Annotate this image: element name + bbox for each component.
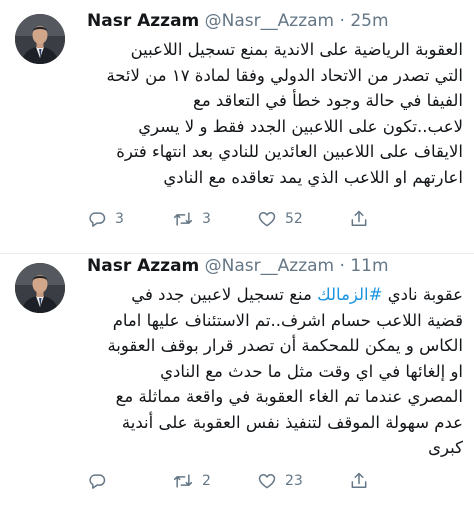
reply-icon <box>87 209 107 229</box>
tweet-text-segment: منع تسجيل لاعبين جدد في <box>131 285 318 304</box>
avatar[interactable] <box>15 263 65 313</box>
tweet-actions: 3 3 52 <box>87 209 467 235</box>
reply-icon <box>87 471 107 491</box>
tweet-text-line: التي تصدر من الاتحاد الدولي وفقا لمادة ١… <box>106 65 463 85</box>
tweet-text-line: الايقاف على اللاعبين العائدين للنادي بعد… <box>116 142 463 161</box>
tweet-text-line: كبرى <box>428 438 463 457</box>
tweet-text-line: المصري عندما تم الغاء العقوبة في واقعة م… <box>115 387 463 406</box>
tweet-text-line: او إلغائها في اي وقت مثل ما حدث مع الناد… <box>160 361 463 381</box>
tweet-time[interactable]: 11m <box>350 256 388 276</box>
tweet-header: Nasr Azzam @Nasr__Azzam · 11m <box>87 254 389 278</box>
tweet-text-line: عدم سهولة الموقف لتنفيذ نفس العقوبة على … <box>121 412 463 432</box>
retweet-button[interactable]: 2 <box>172 471 211 491</box>
tweet-text-segment: عقوبة نادي <box>382 285 463 304</box>
retweet-icon <box>172 209 194 229</box>
retweet-icon <box>172 471 194 491</box>
share-button[interactable] <box>349 209 369 229</box>
author-name[interactable]: Nasr Azzam <box>87 256 199 276</box>
tweet-text-line: قضية اللاعب حسام اشرف..تم الاستئناف عليه… <box>112 310 463 330</box>
author-handle[interactable]: @Nasr__Azzam <box>205 256 334 276</box>
retweet-button[interactable]: 3 <box>172 209 211 229</box>
tweet-text-line: الفيفا في حالة وجود خطأ في التعاقد مع <box>193 91 463 110</box>
separator: · <box>339 256 345 276</box>
tweet-text-line: اعارتهم او اللاعب الذي يمد تعاقده مع الن… <box>163 167 463 187</box>
author-handle[interactable]: @Nasr__Azzam <box>205 11 334 31</box>
tweet-text: عقوبة نادي #الزمالك منع تسجيل لاعبين جدد… <box>78 282 463 461</box>
author-name[interactable]: Nasr Azzam <box>87 11 199 31</box>
tweet-time[interactable]: 25m <box>350 11 388 31</box>
like-count: 52 <box>285 211 303 227</box>
like-button[interactable]: 23 <box>257 471 303 491</box>
tweet-header: Nasr Azzam @Nasr__Azzam · 25m <box>87 9 389 33</box>
tweet[interactable]: Nasr Azzam @Nasr__Azzam · 25m العقوبة ال… <box>0 0 474 253</box>
like-icon <box>257 209 277 229</box>
tweet-text-line: عقوبة نادي #الزمالك منع تسجيل لاعبين جدد… <box>78 282 463 308</box>
tweet-text-line: لاعب..تكون على اللاعبين الجدد فقط و لا ي… <box>138 116 463 136</box>
share-icon <box>349 209 369 229</box>
like-count: 23 <box>285 473 303 489</box>
tweet-actions: 2 23 <box>87 471 467 497</box>
share-icon <box>349 471 369 491</box>
like-icon <box>257 471 277 491</box>
tweet-text-line: الكاس و يمكن للمحكمة أن تصدر قرار بوقف ا… <box>107 336 463 355</box>
share-button[interactable] <box>349 471 369 491</box>
retweet-count: 3 <box>202 211 211 227</box>
reply-count: 3 <box>115 211 124 227</box>
reply-button[interactable]: 3 <box>87 209 124 229</box>
tweet[interactable]: Nasr Azzam @Nasr__Azzam · 11m عقوبة نادي… <box>0 253 474 505</box>
tweet-text: العقوبة الرياضية على الاندية بمنع تسجيل … <box>78 37 463 190</box>
reply-button[interactable] <box>87 471 115 491</box>
retweet-count: 2 <box>202 473 211 489</box>
avatar[interactable] <box>15 14 65 64</box>
like-button[interactable]: 52 <box>257 209 303 229</box>
separator: · <box>339 11 345 31</box>
tweet-text-line: العقوبة الرياضية على الاندية بمنع تسجيل … <box>130 40 463 59</box>
hashtag-link[interactable]: #الزمالك <box>317 285 382 304</box>
